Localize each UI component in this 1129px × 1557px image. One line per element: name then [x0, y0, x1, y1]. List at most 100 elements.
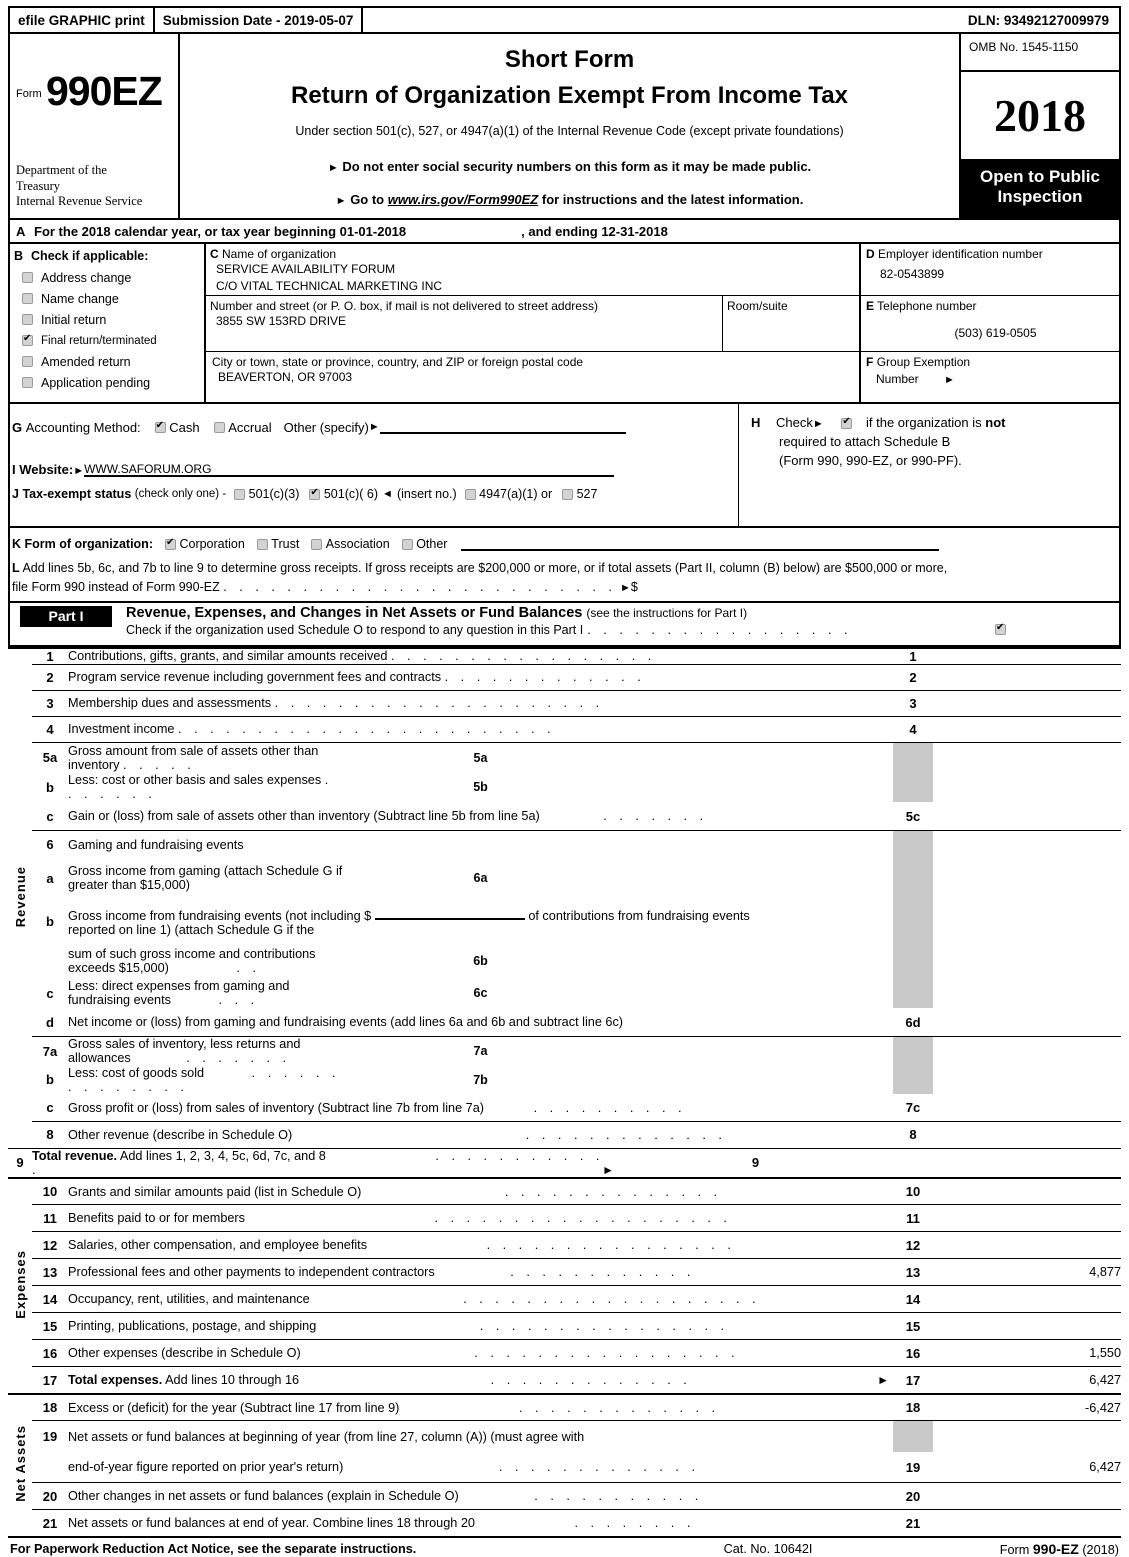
table-row: 13 Professional fees and other payments … — [8, 1259, 1121, 1286]
line-number: 19 — [42, 1429, 58, 1445]
line-description: Less: cost of goods sold . . . . . . . .… — [68, 1065, 343, 1094]
line-amount[interactable] — [933, 1205, 1121, 1232]
line-amount[interactable] — [933, 1483, 1121, 1510]
checkbox-501c3-icon[interactable] — [234, 488, 246, 500]
shaded-cell — [893, 742, 933, 773]
line-description-text: Add lines 1, 2, 3, 4, 5c, 6d, 7c, and 8 — [117, 1148, 326, 1163]
sub-line-amount[interactable] — [618, 858, 893, 898]
checkbox-association-icon[interactable] — [311, 538, 323, 550]
line-amount — [933, 1036, 1121, 1065]
line-description-text: Occupancy, rent, utilities, and maintena… — [68, 1292, 310, 1307]
line-amount[interactable] — [933, 802, 1121, 830]
irs-form-link[interactable]: www.irs.gov/Form990EZ — [388, 192, 539, 207]
line-description-text: Less: cost or other basis and sales expe… — [68, 773, 322, 788]
line-description: Printing, publications, postage, and shi… — [68, 1313, 893, 1340]
sub-line-amount[interactable] — [618, 944, 893, 978]
section-k-letter: K — [12, 537, 22, 551]
org-name-label: Name of organization — [222, 247, 337, 261]
checkbox-final-return-terminated[interactable]: Final return/terminated — [14, 330, 204, 351]
section-b-heading: B Check if applicable: — [14, 249, 204, 263]
table-row: 2 Program service revenue including gove… — [8, 664, 1121, 691]
line-amount[interactable] — [933, 1121, 1121, 1148]
page-footer: For Paperwork Reduction Act Notice, see … — [8, 1541, 1121, 1557]
line-amount[interactable] — [933, 1008, 1121, 1036]
phone-label: Telephone number — [877, 299, 977, 313]
bullet-triangle-icon: ► — [327, 162, 339, 174]
part-i-header: Part I Revenue, Expenses, and Changes in… — [8, 602, 1121, 647]
checkbox-4947a1-icon[interactable] — [464, 488, 476, 500]
line-amount[interactable] — [933, 664, 1121, 690]
line-amount[interactable] — [933, 690, 1121, 716]
checkbox-other-org-icon[interactable] — [401, 538, 413, 550]
checkbox-label: Final return/terminated — [41, 334, 157, 347]
line-number: b — [46, 1072, 54, 1088]
checkbox-527-icon[interactable] — [562, 488, 574, 500]
checkbox-label: Initial return — [41, 312, 107, 327]
line-amount[interactable] — [893, 1148, 933, 1178]
form-footer-id: Form 990-EZ (2018) — [1000, 1541, 1119, 1557]
line-amount[interactable]: 1,550 — [933, 1340, 1121, 1367]
line-amount[interactable] — [933, 1286, 1121, 1313]
line-amount[interactable]: 6,427 — [933, 1367, 1121, 1394]
checkbox-address-change[interactable]: Address change — [14, 267, 204, 288]
checkbox-corporation-checked-icon[interactable] — [164, 537, 176, 550]
org-name-field: C Name of organization SERVICE AVAILABIL… — [206, 244, 859, 296]
leader-dots: . . . . . . . . . . . . . . . . . — [474, 1346, 740, 1361]
form-of-org-other-input[interactable] — [461, 537, 940, 551]
checkbox-schedule-o-checked-icon[interactable] — [995, 622, 1006, 636]
efile-graphic-print-label: efile GRAPHIC print — [10, 8, 155, 32]
sub-line-amount[interactable] — [618, 1065, 893, 1094]
checkbox-application-pending[interactable]: Application pending — [14, 372, 204, 393]
line-number: 2 — [46, 669, 54, 685]
checkbox-icon[interactable] — [22, 377, 33, 388]
line-amount[interactable] — [933, 1232, 1121, 1259]
checkbox-schedule-b-checked-icon[interactable] — [841, 416, 853, 430]
checkbox-initial-return[interactable]: Initial return — [14, 309, 204, 330]
line-number: c — [46, 1100, 54, 1116]
form-of-org-option-label: Association — [325, 537, 390, 551]
checkbox-cash-checked-icon[interactable] — [154, 420, 166, 433]
line-description: Less: cost or other basis and sales expe… — [68, 772, 343, 802]
line-amount[interactable]: 6,427 — [933, 1452, 1121, 1483]
section-b-heading-text: Check if applicable: — [31, 249, 149, 263]
checkbox-amended-return[interactable]: Amended return — [14, 351, 204, 372]
sub-line-amount[interactable] — [618, 772, 893, 802]
section-e-phone: E Telephone number (503) 619-0505 — [861, 296, 1119, 352]
shaded-cell — [893, 944, 933, 979]
line-amount[interactable]: -6,427 — [933, 1394, 1121, 1421]
line-amount[interactable]: 4,877 — [933, 1259, 1121, 1286]
checkbox-checked-icon[interactable] — [22, 333, 33, 346]
line-amount[interactable] — [933, 1178, 1121, 1205]
checkbox-501c6-checked-icon[interactable] — [309, 487, 321, 500]
checkbox-icon[interactable] — [22, 314, 33, 325]
part-i-title-block: Revenue, Expenses, and Changes in Net As… — [112, 603, 1006, 645]
line-amount[interactable] — [933, 648, 1121, 665]
line-amount[interactable] — [933, 1510, 1121, 1537]
leader-dots: . . . . . . . . . . . . . . . . . . . . … — [223, 579, 617, 594]
form-of-org-option-label: Trust — [271, 537, 300, 551]
line-6b-contributions-input[interactable] — [374, 906, 525, 920]
part-i-badge: Part I — [20, 605, 112, 627]
section-l-text-2: file Form 990 instead of Form 990-EZ — [12, 579, 220, 594]
checkbox-name-change[interactable]: Name change — [14, 288, 204, 309]
sub-line-amount[interactable] — [618, 1036, 893, 1065]
checkbox-icon[interactable] — [22, 356, 33, 367]
line-number: 10 — [42, 1184, 58, 1200]
line-amount[interactable] — [933, 1313, 1121, 1340]
line-description-text: Add lines 10 through 16 — [162, 1373, 300, 1388]
sections-d-e-f: D Employer identification number 82-0543… — [861, 244, 1119, 402]
website-value[interactable]: WWW.SAFORUM.ORG — [84, 463, 615, 477]
checkbox-trust-icon[interactable] — [256, 538, 268, 550]
line-number: c — [46, 985, 54, 1001]
accounting-other-input[interactable] — [379, 420, 626, 434]
line-amount[interactable] — [933, 716, 1121, 742]
checkbox-icon[interactable] — [22, 293, 33, 304]
line-amount — [933, 772, 1121, 802]
checkbox-accrual-icon[interactable] — [213, 421, 225, 433]
checkbox-icon[interactable] — [22, 272, 33, 283]
sub-line-amount[interactable] — [618, 742, 893, 772]
line-amount[interactable] — [933, 1094, 1121, 1121]
ein-value: 82-0543899 — [880, 267, 945, 281]
sub-line-amount[interactable] — [618, 978, 893, 1008]
section-f-letter: F — [866, 355, 874, 369]
